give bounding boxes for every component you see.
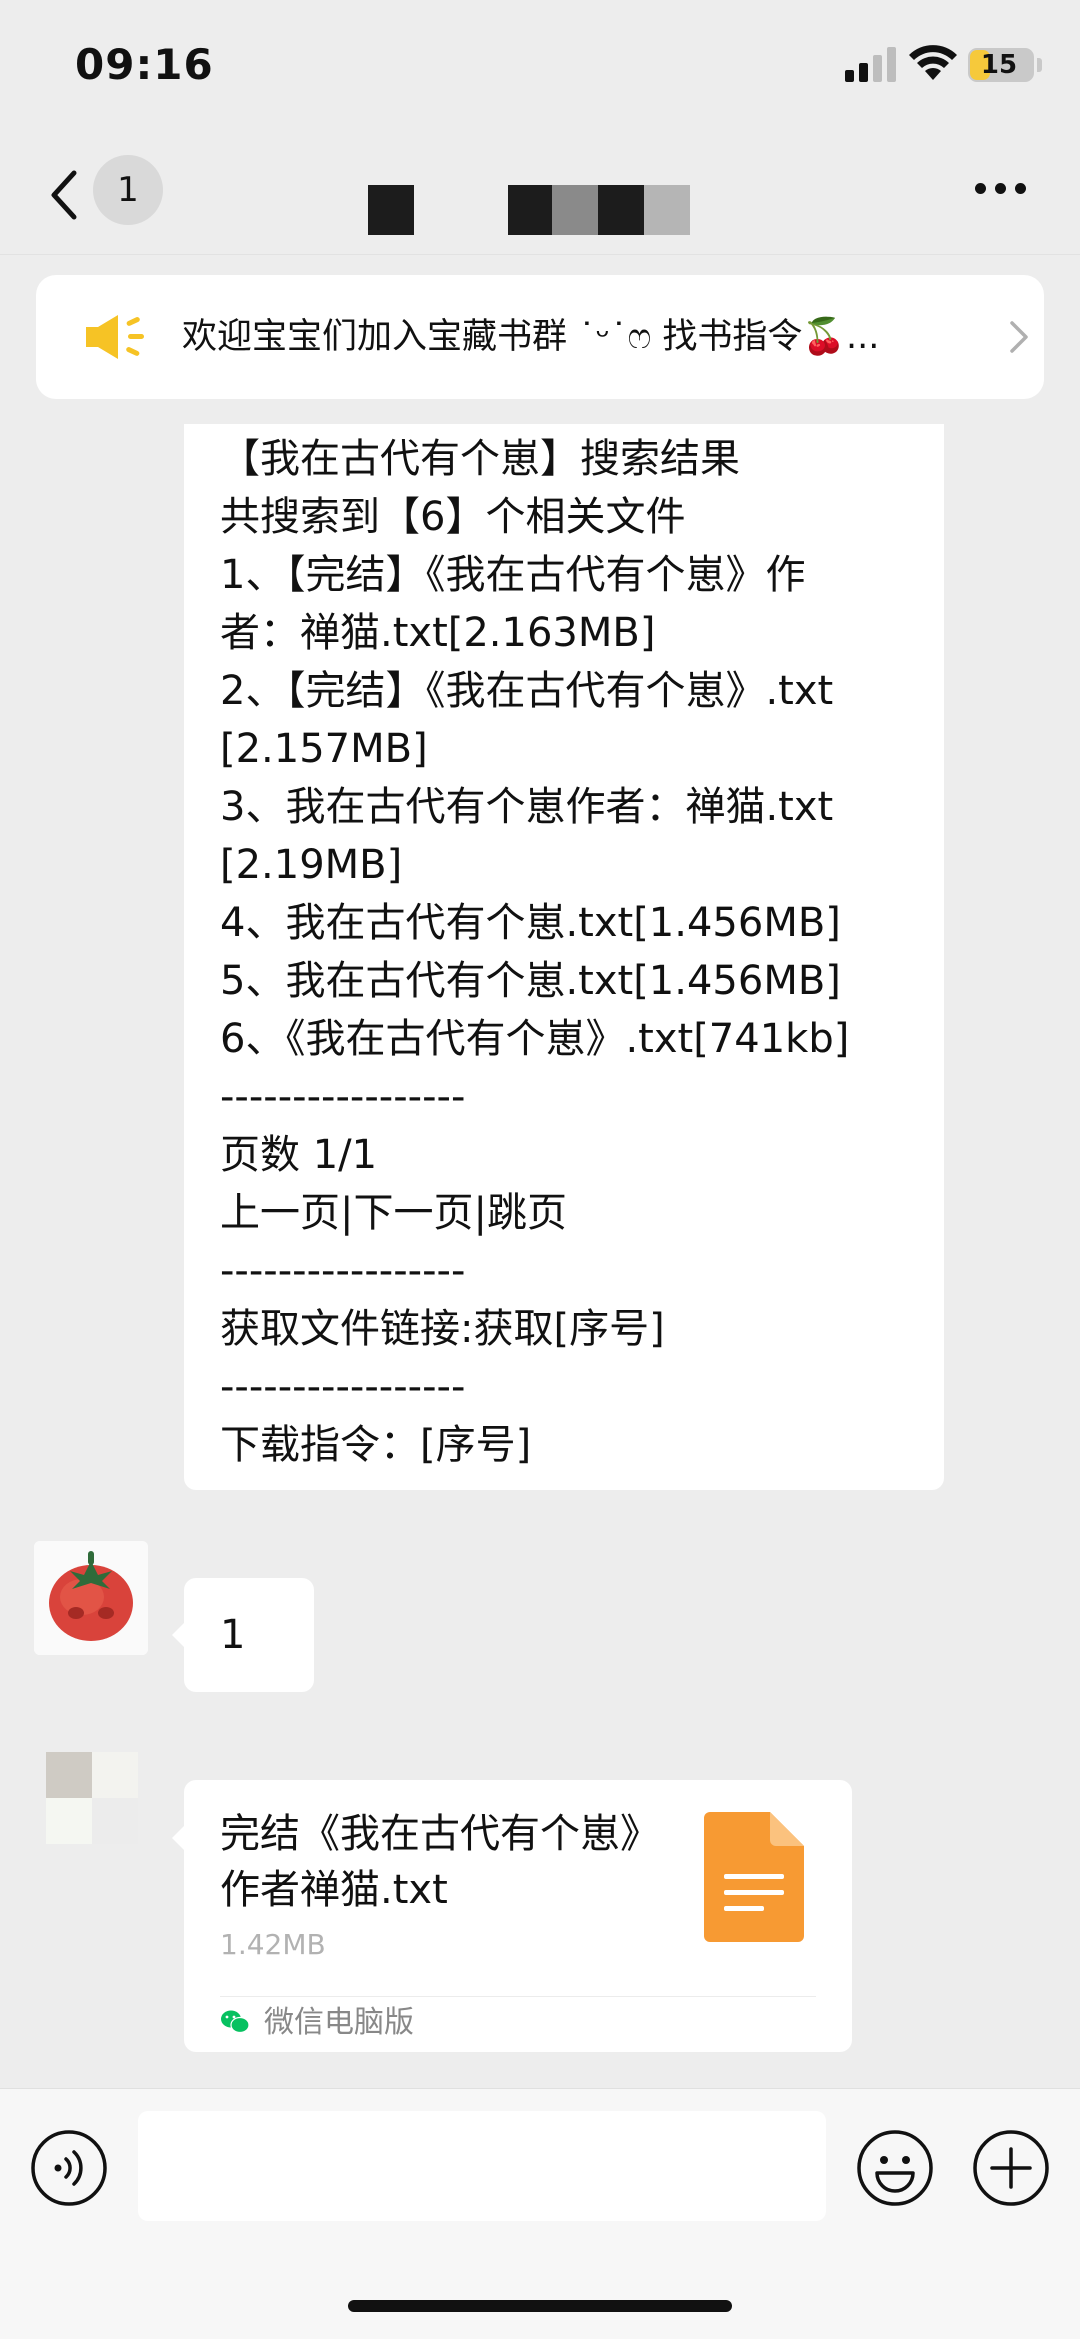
cellular-signal-icon bbox=[845, 47, 896, 82]
message-line: 页数 1/1 bbox=[220, 1132, 378, 1178]
user-reply-message[interactable]: 1 bbox=[184, 1578, 314, 1692]
divider bbox=[220, 1996, 816, 1997]
chevron-left-icon[interactable] bbox=[40, 163, 90, 227]
message-line: 者：禅猫.txt[2.163MB] bbox=[220, 610, 656, 656]
file-size: 1.42MB bbox=[220, 1928, 326, 1961]
battery-level: 15 bbox=[980, 50, 1018, 80]
message-line: 共搜索到【6】个相关文件 bbox=[220, 494, 686, 540]
battery-icon: 15 bbox=[968, 48, 1034, 82]
search-result-lines: 【我在古代有个崽】搜索结果 共搜索到【6】个相关文件 1、【完结】《我在古代有个… bbox=[220, 430, 920, 1474]
avatar[interactable] bbox=[46, 1752, 138, 1844]
message-line: 【我在古代有个崽】搜索结果 bbox=[220, 436, 740, 482]
avatar[interactable] bbox=[34, 1541, 148, 1655]
message-line: 1、【完结】《我在古代有个崽》作 bbox=[220, 552, 806, 598]
chat-header: 1 bbox=[0, 135, 1080, 255]
message-line: 5、我在古代有个崽.txt[1.456MB] bbox=[220, 958, 841, 1004]
file-source: 微信电脑版 bbox=[264, 2005, 414, 2040]
announcement-text: 欢迎宝宝们加入宝藏书群 ˙ᵕ˙ෆ 找书指令🍒... bbox=[182, 317, 880, 357]
message-input[interactable] bbox=[138, 2111, 826, 2221]
group-announcement-bar[interactable]: 欢迎宝宝们加入宝藏书群 ˙ᵕ˙ෆ 找书指令🍒... bbox=[36, 275, 1044, 399]
bubble-tail bbox=[172, 1826, 184, 1850]
message-line: 4、我在古代有个崽.txt[1.456MB] bbox=[220, 900, 841, 946]
file-message[interactable]: 完结《我在古代有个崽》作者禅猫.txt 1.42MB 微信电脑版 bbox=[184, 1780, 852, 2052]
unread-count-badge[interactable]: 1 bbox=[93, 155, 163, 225]
message-line: 2、【完结】《我在古代有个崽》.txt bbox=[220, 668, 834, 714]
chat-title-redacted bbox=[368, 185, 698, 235]
emoji-icon[interactable] bbox=[856, 2129, 934, 2207]
plus-icon[interactable] bbox=[972, 2129, 1050, 2207]
message-line: [2.19MB] bbox=[220, 842, 403, 888]
tomato-avatar-icon bbox=[34, 1541, 148, 1655]
wechat-icon bbox=[221, 2010, 250, 2034]
more-dots-icon[interactable] bbox=[975, 183, 1027, 203]
home-indicator bbox=[348, 2300, 732, 2312]
reply-text: 1 bbox=[220, 1612, 246, 1658]
voice-icon[interactable] bbox=[30, 2129, 108, 2207]
message-line: 3、我在古代有个崽作者：禅猫.txt bbox=[220, 784, 834, 830]
message-line: 6、《我在古代有个崽》.txt[741kb] bbox=[220, 1016, 850, 1062]
status-time: 09:16 bbox=[75, 40, 214, 89]
message-line: ----------------- bbox=[220, 1248, 466, 1294]
document-icon bbox=[704, 1812, 804, 1942]
megaphone-icon bbox=[86, 315, 144, 359]
message-line: 上一页|下一页|跳页 bbox=[220, 1190, 567, 1236]
bubble-tail bbox=[172, 1623, 184, 1647]
chevron-right-icon bbox=[1010, 321, 1028, 353]
message-line: ----------------- bbox=[220, 1074, 466, 1120]
message-line: [2.157MB] bbox=[220, 726, 428, 772]
message-line: 获取文件链接:获取[序号] bbox=[220, 1306, 665, 1352]
search-result-message[interactable]: 【我在古代有个崽】搜索结果 共搜索到【6】个相关文件 1、【完结】《我在古代有个… bbox=[184, 424, 944, 1490]
status-bar: 09:16 15 bbox=[0, 0, 1080, 135]
battery-nub bbox=[1037, 58, 1042, 72]
message-line: 下载指令：[序号] bbox=[220, 1422, 532, 1468]
message-line: ----------------- bbox=[220, 1364, 466, 1410]
file-name: 完结《我在古代有个崽》作者禅猫.txt bbox=[220, 1811, 660, 1913]
wifi-icon bbox=[909, 45, 957, 80]
